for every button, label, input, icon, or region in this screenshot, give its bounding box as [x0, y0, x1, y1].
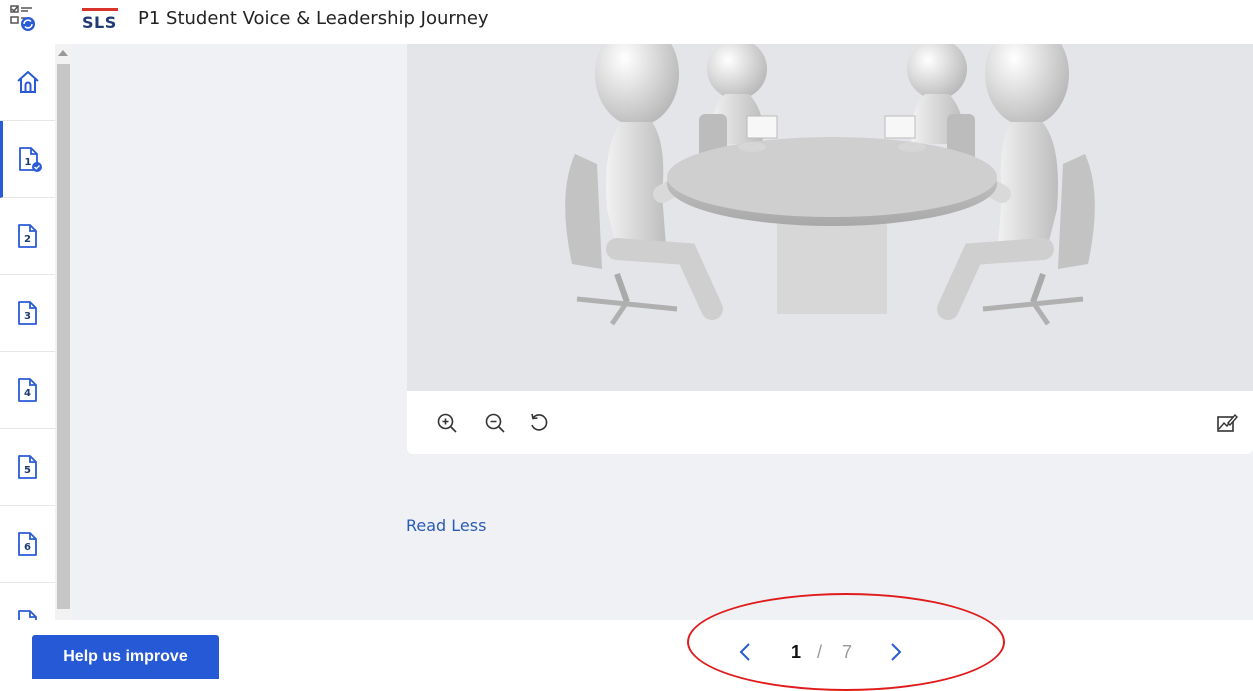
sidebar-item-label: 4	[24, 388, 31, 399]
help-us-improve-button[interactable]: Help us improve	[32, 635, 219, 679]
read-less-link[interactable]: Read Less	[406, 516, 486, 535]
page-4-icon: 4	[17, 378, 37, 402]
meeting-table-illustration	[407, 44, 1253, 391]
page-1-complete-icon: 1	[19, 147, 42, 172]
activity-checklist-icon	[10, 4, 36, 32]
scroll-up-arrow-icon[interactable]	[58, 50, 68, 56]
previous-page-button[interactable]	[735, 641, 755, 663]
sidebar-item-page-6[interactable]: 6	[0, 506, 55, 583]
sidebar-item-page-2[interactable]: 2	[0, 198, 55, 275]
scrollbar-thumb[interactable]	[57, 64, 70, 609]
annotate-button[interactable]	[1213, 409, 1241, 437]
zoom-in-icon	[437, 413, 457, 433]
image-viewer	[407, 44, 1253, 454]
zoom-in-button[interactable]	[433, 409, 461, 437]
sls-logo-text: SLS	[82, 13, 117, 32]
sidebar-item-label: 6	[24, 542, 31, 553]
page-title: P1 Student Voice & Leadership Journey	[138, 8, 489, 29]
current-page-number: 1	[791, 641, 802, 662]
sidebar-item-page-1[interactable]: 1	[0, 121, 55, 198]
page-3-icon: 3	[17, 301, 37, 325]
page-2-icon: 2	[17, 224, 37, 248]
sls-logo: SLS	[82, 6, 120, 32]
zoom-out-icon	[485, 413, 505, 433]
chevron-left-icon	[739, 643, 750, 661]
total-page-count: 7	[842, 641, 853, 662]
next-page-button[interactable]	[886, 641, 906, 663]
pager-separator: /	[817, 641, 823, 662]
sidebar-item-page-5[interactable]: 5	[0, 429, 55, 506]
home-icon	[16, 71, 39, 93]
sidebar-item-label: 1	[25, 157, 32, 168]
footer-bar: Help us improve 1 / 7	[0, 620, 1253, 679]
sidebar-item-page-3[interactable]: 3	[0, 275, 55, 352]
chevron-right-icon	[891, 643, 902, 661]
sidebar-nav: 1 2 3 4 5 6	[0, 44, 55, 634]
page-pager: 1 / 7	[735, 638, 906, 666]
page-5-icon: 5	[17, 455, 37, 479]
sidebar-scrollbar[interactable]	[55, 44, 72, 629]
sidebar-item-home[interactable]	[0, 44, 55, 121]
sidebar-item-label: 3	[24, 311, 31, 322]
reset-icon	[531, 413, 548, 431]
sidebar-item-label: 5	[24, 465, 31, 476]
sidebar-item-page-4[interactable]: 4	[0, 352, 55, 429]
image-toolbar	[407, 391, 1253, 454]
sidebar-item-label: 2	[24, 234, 31, 245]
top-bar: SLS P1 Student Voice & Leadership Journe…	[0, 0, 1253, 44]
zoom-out-button[interactable]	[481, 409, 509, 437]
annotate-icon	[1217, 413, 1238, 432]
reset-button[interactable]	[525, 409, 553, 437]
main-content: Read Less	[72, 44, 1253, 620]
page-6-icon: 6	[17, 532, 37, 556]
